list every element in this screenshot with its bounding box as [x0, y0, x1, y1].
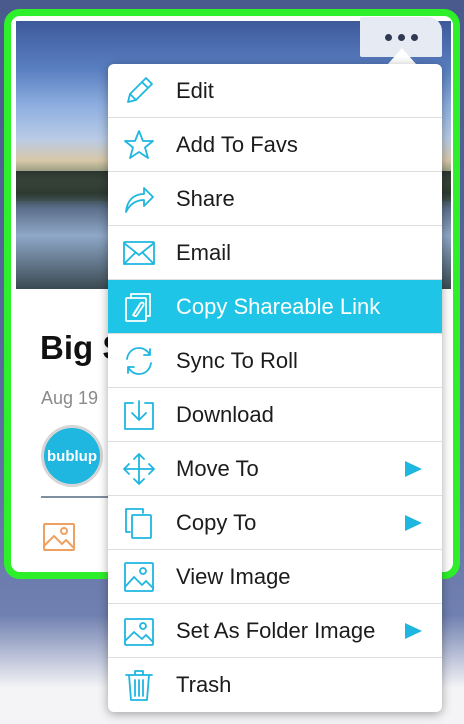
avatar[interactable]: bublup — [41, 425, 103, 487]
more-dot — [384, 33, 392, 41]
menu-item-label: Edit — [176, 78, 214, 103]
menu-item-label: Share — [176, 186, 235, 211]
star-icon — [124, 130, 154, 159]
image-icon — [124, 562, 154, 592]
menu-item-trash[interactable]: Trash — [108, 658, 442, 712]
pencil-icon — [127, 77, 153, 103]
envelope-icon — [123, 241, 155, 265]
share-arrow-icon — [125, 187, 154, 213]
trash-icon — [125, 670, 153, 701]
menu-item-label: Download — [176, 402, 274, 427]
menu-item-view-image[interactable]: View Image — [108, 550, 442, 604]
menu-item-email[interactable]: Email — [108, 226, 442, 280]
card-date: Aug 19 — [41, 388, 99, 408]
menu-item-label: Sync To Roll — [176, 348, 298, 373]
context-menu: Edit Add To Favs Share Email Copy Sharea… — [108, 64, 442, 712]
menu-item-download[interactable]: Download — [108, 388, 442, 442]
menu-item-label: Trash — [176, 672, 232, 697]
menu-item-move-to[interactable]: Move To — [108, 442, 442, 496]
menu-item-add-to-favs[interactable]: Add To Favs — [108, 118, 442, 172]
download-icon — [124, 400, 154, 430]
menu-item-label: View Image — [176, 564, 291, 589]
copy-icon — [125, 508, 152, 539]
menu-caret — [388, 48, 416, 64]
more-dot — [410, 33, 418, 41]
menu-item-copy-to[interactable]: Copy To — [108, 496, 442, 550]
menu-item-label: Email — [176, 240, 232, 265]
image-icon — [43, 523, 75, 551]
menu-item-label: Copy To — [176, 510, 257, 535]
avatar-logo-text: bublup — [47, 447, 97, 465]
menu-item-edit[interactable]: Edit — [108, 64, 442, 118]
submenu-arrow-icon — [405, 623, 422, 639]
menu-item-sync-to-roll[interactable]: Sync To Roll — [108, 334, 442, 388]
menu-item-label: Copy Shareable Link — [176, 294, 381, 319]
menu-item-set-as-folder-image[interactable]: Set As Folder Image — [108, 604, 442, 658]
move-arrows-icon — [123, 453, 155, 485]
submenu-arrow-icon — [405, 461, 422, 477]
menu-item-label: Set As Folder Image — [176, 618, 376, 643]
copy-link-icon — [125, 293, 151, 322]
menu-item-label: Add To Favs — [176, 132, 298, 157]
menu-item-label: Move To — [176, 456, 259, 481]
sync-icon — [126, 347, 152, 375]
more-dot — [397, 33, 405, 41]
folder-image-icon — [124, 618, 154, 646]
menu-item-share[interactable]: Share — [108, 172, 442, 226]
submenu-arrow-icon — [405, 515, 422, 531]
menu-item-copy-shareable-link[interactable]: Copy Shareable Link — [108, 280, 442, 334]
